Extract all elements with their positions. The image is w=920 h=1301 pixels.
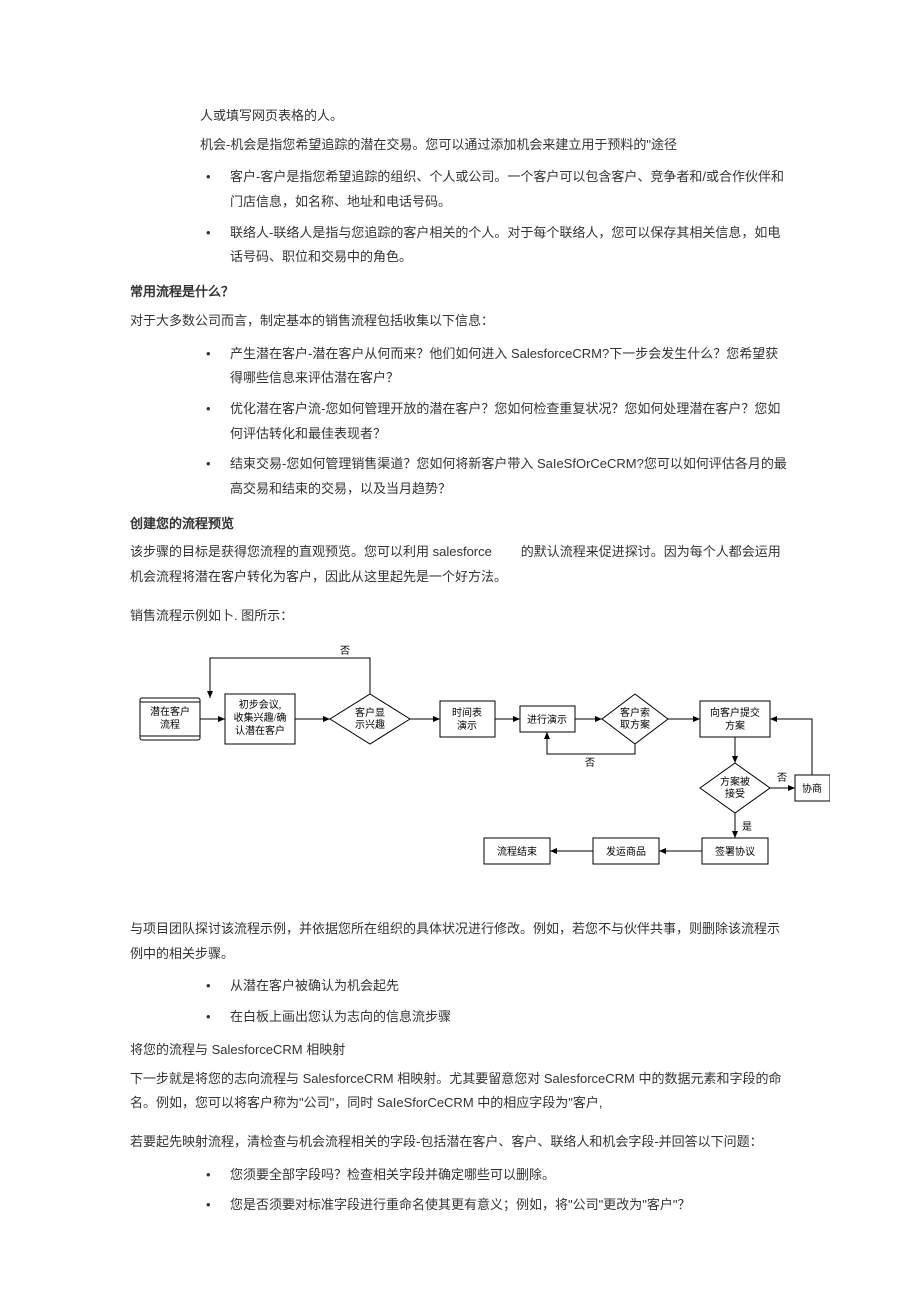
- label-no: 否: [340, 645, 350, 657]
- svg-text:接受: 接受: [725, 787, 745, 800]
- text-part: 该步骤的目标是获得您流程的直观预览。您可以利用 salesforce: [130, 544, 492, 559]
- definition-list: 客户-客户是指您希望追踪的组织、个人或公司。一个客户可以包含客户、竞争者和/或合…: [130, 165, 790, 270]
- svg-text:协商: 协商: [802, 782, 822, 795]
- paragraph: 若要起先映射流程，清检查与机会流程相关的字段-包括潜在客户、客户、联络人和机会字…: [130, 1130, 790, 1155]
- svg-text:收集兴趣/确: 收集兴趣/确: [234, 711, 287, 724]
- list-item: 客户-客户是指您希望追踪的组织、个人或公司。一个客户可以包含客户、竞争者和/或合…: [200, 165, 790, 214]
- paragraph: 下一步就是将您的志向流程与 SalesforceCRM 相映射。尤其要留意您对 …: [130, 1067, 790, 1116]
- list-item: 产生潜在客户-潜在客户从何而来？他们如何进入 SalesforceCRM?下一步…: [200, 342, 790, 391]
- list-item: 您须要全部字段吗？检查相关字段并确定哪些可以删除。: [200, 1163, 790, 1188]
- svg-text:发运商品: 发运商品: [606, 845, 646, 858]
- svg-text:流程: 流程: [160, 718, 180, 731]
- mapping-questions-list: 您须要全部字段吗？检查相关字段并确定哪些可以删除。 您是否须要对标准字段进行重命…: [130, 1163, 790, 1218]
- svg-text:客户显: 客户显: [355, 706, 385, 719]
- intro-block: 人或填写网页表格的人。 机会-机会是指您希望追踪的潜在交易。您可以通过添加机会来…: [200, 104, 790, 157]
- svg-text:否: 否: [585, 757, 595, 769]
- document-page: 人或填写网页表格的人。 机会-机会是指您希望追踪的潜在交易。您可以通过添加机会来…: [0, 0, 920, 1286]
- list-item: 优化潜在客户流-您如何管理开放的潜在客户？您如何检查重复状况？您如何处理潜在客户…: [200, 397, 790, 446]
- list-item: 在白板上画出您认为志向的信息流步骤: [200, 1005, 790, 1030]
- section-intro: 对于大多数公司而言，制定基本的销售流程包括收集以下信息：: [130, 309, 790, 334]
- svg-text:潜在客户: 潜在客户: [150, 705, 190, 718]
- paragraph: 将您的流程与 SalesforceCRM 相映射: [130, 1038, 790, 1063]
- svg-text:认潜在客户: 认潜在客户: [235, 724, 285, 737]
- svg-text:时间表: 时间表: [452, 706, 482, 719]
- svg-text:签署协议: 签署协议: [715, 845, 755, 858]
- svg-text:客户索: 客户索: [620, 706, 650, 719]
- svg-text:进行演示: 进行演示: [527, 713, 567, 726]
- section-heading: 常用流程是什么？: [130, 280, 790, 305]
- list-item: 结束交易-您如何管理销售渠道？您如何将新客户带入 SaIeSfOrCeCRM?您…: [200, 452, 790, 501]
- svg-text:演示: 演示: [457, 719, 477, 732]
- svg-text:方案被: 方案被: [720, 775, 750, 788]
- list-item: 您是否须要对标准字段进行重命名使其更有意义；例如，将"公司"更改为"客户"？: [200, 1193, 790, 1218]
- section-heading: 创建您的流程预览: [130, 512, 790, 537]
- svg-text:示兴趣: 示兴趣: [355, 718, 385, 731]
- svg-text:取方案: 取方案: [620, 718, 650, 731]
- svg-text:是: 是: [742, 821, 752, 833]
- svg-text:流程结束: 流程结束: [497, 845, 537, 858]
- list-item: 从潜在客户被确认为机会起先: [200, 974, 790, 999]
- svg-text:初步会议,: 初步会议,: [239, 698, 282, 711]
- svg-text:否: 否: [777, 772, 787, 784]
- paragraph: 与项目团队探讨该流程示例，并依据您所在组织的具体状况进行修改。例如，若您不与伙伴…: [130, 917, 790, 966]
- svg-text:方案: 方案: [725, 719, 745, 732]
- review-steps-list: 从潜在客户被确认为机会起先 在白板上画出您认为志向的信息流步骤: [130, 974, 790, 1029]
- paragraph: 该步骤的目标是获得您流程的直观预览。您可以利用 salesforce 的默认流程…: [130, 540, 790, 589]
- intro-line-1: 人或填写网页表格的人。: [200, 104, 790, 129]
- intro-line-2: 机会-机会是指您希望追踪的潜在交易。您可以通过添加机会来建立用于预料的"途径: [200, 133, 790, 158]
- list-item: 联络人-联络人是指与您追踪的客户相关的个人。对于每个联络人，您可以保存其相关信息…: [200, 221, 790, 270]
- sales-process-flowchart: 否 潜在客户 流程 初步会议, 收集兴趣/确 认潜在客户 客户显 示兴趣 时间表…: [130, 638, 790, 907]
- flowchart-svg: 否 潜在客户 流程 初步会议, 收集兴趣/确 认潜在客户 客户显 示兴趣 时间表…: [130, 638, 830, 898]
- process-questions-list: 产生潜在客户-潜在客户从何而来？他们如何进入 SalesforceCRM?下一步…: [130, 342, 790, 502]
- svg-text:向客户提交: 向客户提交: [710, 706, 760, 719]
- paragraph: 销售流程示例如卜. 图所示：: [130, 604, 790, 629]
